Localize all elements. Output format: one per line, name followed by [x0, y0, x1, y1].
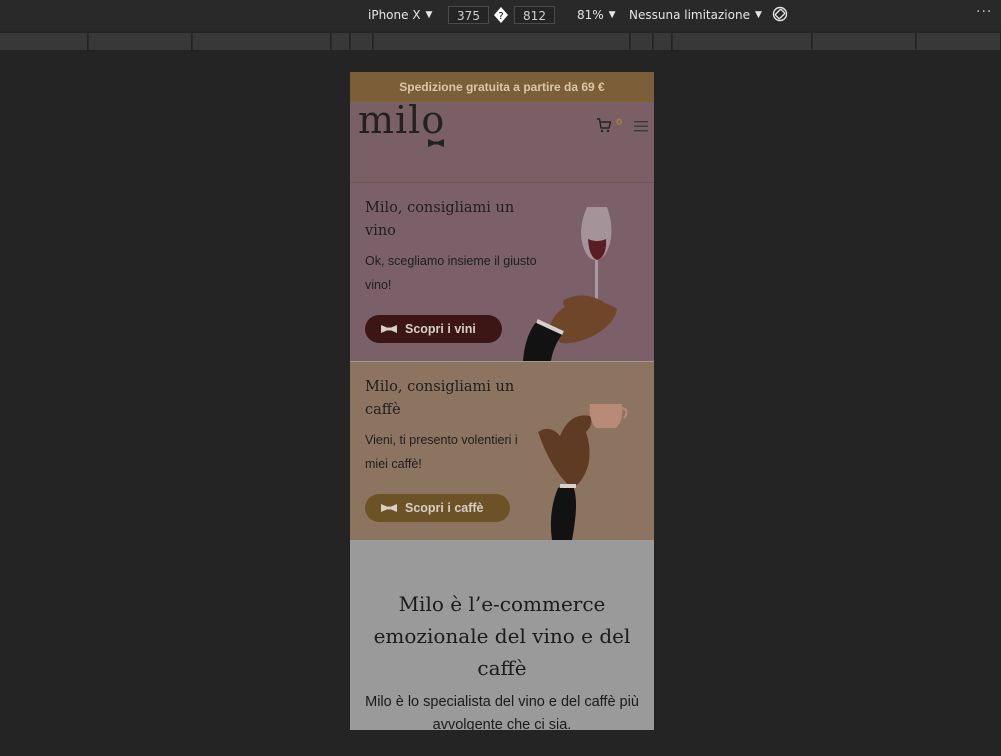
swap-dimensions-icon[interactable]: ?	[494, 7, 508, 23]
more-options-icon[interactable]: ···	[976, 4, 992, 20]
menu-icon[interactable]	[634, 120, 648, 132]
wine-card-text: Ok, scegliamo insieme il giusto vino!	[365, 254, 537, 292]
coffee-cup-illustration	[538, 404, 628, 540]
media-query-segment[interactable]	[917, 33, 1001, 50]
site-header: milo 0	[350, 98, 654, 183]
zoom-select-label: 81%	[577, 8, 604, 22]
media-query-segment[interactable]	[673, 33, 812, 50]
media-query-segment[interactable]	[631, 33, 653, 50]
device-viewport: Spedizione gratuita a partire da 69 € mi…	[350, 72, 654, 730]
device-select-label: iPhone X	[368, 8, 421, 22]
swap-glyph: ?	[498, 11, 503, 22]
discover-coffees-button[interactable]: Scopri i caffè	[365, 494, 510, 522]
coffee-card-title: Milo, consigliami un caffè	[365, 379, 515, 418]
wine-card: Milo, consigliami un vino Ok, scegliamo …	[350, 183, 654, 361]
media-query-ruler	[0, 33, 1001, 50]
media-query-segment[interactable]	[0, 33, 88, 50]
cart-count-badge: 0	[616, 118, 623, 128]
media-query-segment[interactable]	[89, 33, 192, 50]
device-select[interactable]: iPhone X ▼	[368, 8, 432, 22]
throttling-select[interactable]: Nessuna limitazione ▼	[629, 8, 762, 22]
height-input[interactable]: 812	[514, 6, 555, 24]
intro-text: Milo è lo specialista del vino e del caf…	[365, 694, 639, 730]
media-query-segment[interactable]	[332, 33, 350, 50]
bowtie-icon	[428, 139, 444, 147]
zoom-select[interactable]: 81% ▼	[577, 8, 616, 22]
width-input[interactable]: 375	[448, 6, 489, 24]
cart-icon[interactable]	[596, 118, 612, 133]
rotate-icon[interactable]	[772, 6, 788, 22]
devtools-device-toolbar: iPhone X ▼ 375 ? 812 81% ▼ Nessuna limit…	[0, 0, 1001, 31]
intro-heading: Milo è l’e-commerce emozionale del vino …	[373, 592, 631, 680]
chevron-down-icon: ▼	[425, 10, 433, 20]
bowtie-icon	[381, 504, 397, 512]
throttling-select-label: Nessuna limitazione	[629, 8, 750, 22]
discover-wines-label: Scopri i vini	[405, 322, 476, 336]
media-query-segment[interactable]	[351, 33, 373, 50]
intro-section: Milo è l’e-commerce emozionale del vino …	[350, 540, 654, 730]
media-query-segment[interactable]	[193, 33, 331, 50]
coffee-card: Milo, consigliami un caffè Vieni, ti pre…	[350, 362, 654, 540]
site-logo[interactable]: milo	[358, 98, 445, 142]
media-query-segment[interactable]	[813, 33, 916, 50]
bowtie-icon	[381, 325, 397, 333]
chevron-down-icon: ▼	[754, 10, 762, 20]
discover-coffees-label: Scopri i caffè	[405, 501, 484, 515]
chevron-down-icon: ▼	[608, 10, 616, 20]
media-query-segment[interactable]	[654, 33, 672, 50]
coffee-card-text: Vieni, ti presento volentieri i miei caf…	[365, 433, 518, 471]
wine-card-title: Milo, consigliami un vino	[365, 200, 515, 239]
wine-glass-illustration	[523, 207, 617, 361]
media-query-segment[interactable]	[374, 33, 630, 50]
discover-wines-button[interactable]: Scopri i vini	[365, 315, 502, 343]
